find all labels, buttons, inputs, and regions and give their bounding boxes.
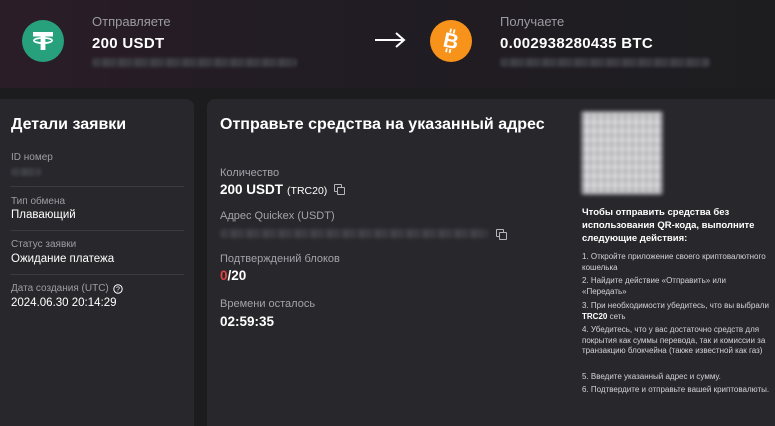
instructions-title: Чтобы отправить средства без использован… xyxy=(582,207,755,244)
deposit-address-redacted[interactable] xyxy=(220,229,488,238)
svg-text:?: ? xyxy=(116,286,120,293)
order-id-label: ID номер xyxy=(11,152,53,163)
time-left-value: 02:59:35 xyxy=(220,314,275,329)
network-highlight: TRC20 xyxy=(582,311,608,321)
divider xyxy=(10,274,184,275)
send-address-redacted xyxy=(92,58,297,67)
receive-address-redacted xyxy=(500,58,710,67)
quantity-label: Количество xyxy=(220,167,280,179)
instruction-step: 6. Подтвердите и отправьте вашей криптов… xyxy=(582,385,770,394)
copy-address-icon[interactable] xyxy=(496,229,507,240)
order-details-title: Детали заявки xyxy=(11,116,127,133)
address-label: Адрес Quickex (USDT) xyxy=(220,210,335,222)
instruction-step: 2. Найдите действие «Отправить» или «Пер… xyxy=(582,276,727,296)
confirmations-value: 0/20 xyxy=(220,268,247,283)
created-date-value: 2024.06.30 20:14:29 xyxy=(11,297,117,309)
send-label: Отправляете xyxy=(92,14,171,29)
exchange-type-label: Тип обмена xyxy=(11,196,66,207)
copy-icon[interactable] xyxy=(334,184,346,195)
confirmations-label: Подтверждений блоков xyxy=(220,253,340,265)
instruction-step: 4. Убедитесь, что у вас достаточно средс… xyxy=(582,325,766,355)
receive-amount: 0.002938280435 BTC xyxy=(500,35,654,52)
instruction-step: 3. При необходимости убедитесь, что вы в… xyxy=(582,301,769,321)
divider xyxy=(10,230,184,231)
created-date-label: Дата создания (UTC) ? xyxy=(11,283,123,294)
order-id-value-redacted xyxy=(11,168,41,176)
qr-code-overlay xyxy=(582,112,662,194)
order-status-label: Статус заявки xyxy=(11,239,77,250)
receive-label: Получаете xyxy=(500,14,565,29)
order-status-value: Ожидание платежа xyxy=(11,253,115,265)
network-label: (TRC20) xyxy=(287,185,328,197)
quantity-value: 200 USDT (TRC20) xyxy=(220,182,346,197)
instruction-step: 5. Введите указанный адрес и сумму. xyxy=(582,372,721,381)
exchange-type-value: Плавающий xyxy=(11,209,76,221)
time-left-label: Времени осталось xyxy=(220,298,316,310)
arrow-right-icon xyxy=(375,32,406,48)
help-icon[interactable]: ? xyxy=(113,283,123,294)
instruction-step: 1. Откройте приложение своего криптовалю… xyxy=(582,252,766,272)
bitcoin-icon: B xyxy=(430,20,472,62)
divider xyxy=(10,186,184,187)
tether-icon xyxy=(22,20,64,62)
payment-title: Отправьте средства на указанный адрес xyxy=(220,116,545,133)
send-amount: 200 USDT xyxy=(92,35,165,52)
